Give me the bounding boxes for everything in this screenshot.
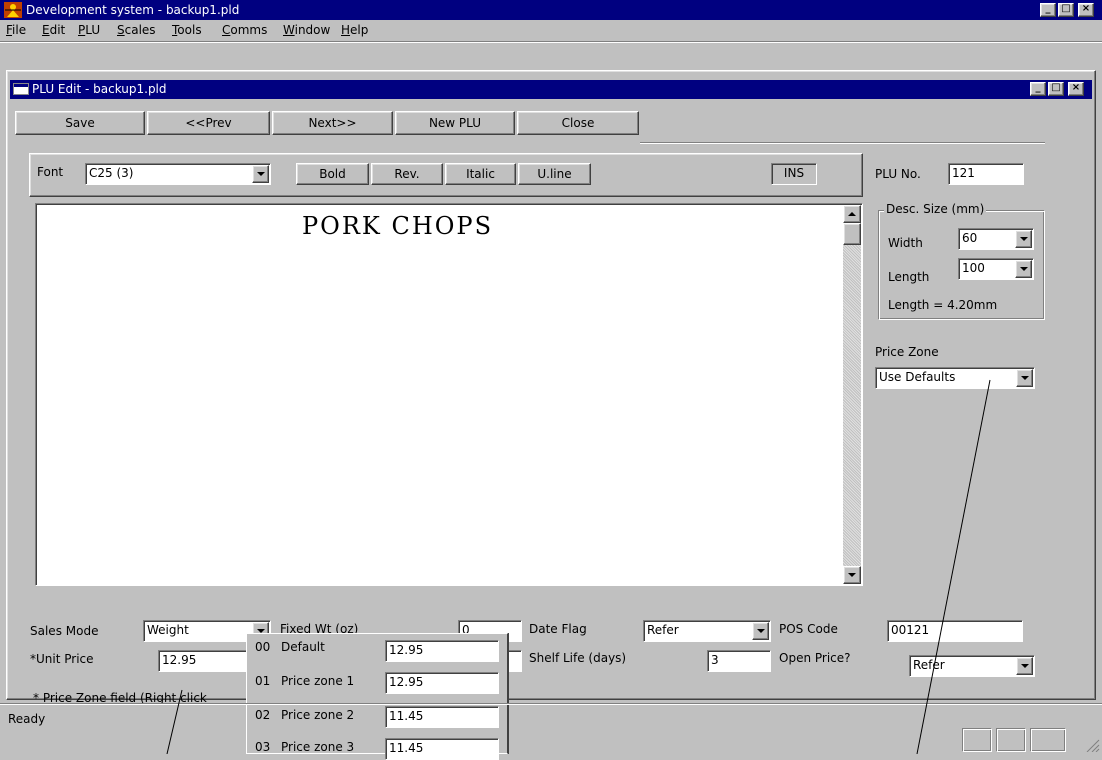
zone-name: Price zone 2 (281, 708, 355, 722)
zone-price-field[interactable]: 11.45 (385, 706, 499, 728)
new-plu-button[interactable]: New PLU (395, 111, 515, 135)
zone-name: Price zone 3 (281, 740, 355, 754)
menu-plu[interactable]: PLU (78, 23, 100, 37)
scroll-thumb[interactable] (843, 223, 861, 245)
zone-num: 02 (255, 708, 271, 722)
open-price-combo[interactable]: Refer (909, 655, 1035, 677)
app-title: Development system - backup1.pld (26, 3, 240, 17)
price-zone-popup: 00 Default 12.95 01 Price zone 1 12.95 0… (246, 633, 508, 760)
width-label: Width (888, 236, 923, 250)
menu-scales[interactable]: Scales (117, 23, 156, 37)
status-panel (1030, 728, 1066, 752)
app-maximize-button[interactable]: □ (1058, 3, 1074, 17)
toolbar-divider (640, 142, 1045, 144)
child-window-icon (13, 83, 29, 95)
status-divider (0, 703, 1102, 705)
child-minimize-button[interactable]: _ (1030, 82, 1046, 96)
app-close-button[interactable]: × (1078, 3, 1094, 17)
menu-edit[interactable]: Edit (42, 23, 65, 37)
next-button[interactable]: Next>> (272, 111, 393, 135)
status-panel (996, 728, 1026, 752)
bold-button[interactable]: Bold (296, 163, 369, 185)
zone-num: 01 (255, 674, 271, 688)
italic-button[interactable]: Italic (445, 163, 516, 185)
length-combo[interactable]: 100 (958, 258, 1034, 280)
child-maximize-button[interactable]: □ (1048, 82, 1064, 96)
save-button[interactable]: Save (15, 111, 145, 135)
desc-size-label: Desc. Size (mm) (884, 202, 987, 216)
length-calc: Length = 4.20mm (888, 298, 998, 312)
child-title: PLU Edit - backup1.pld (32, 82, 167, 96)
zone-num: 00 (255, 640, 271, 654)
font-label: Font (37, 165, 64, 179)
plu-no-field[interactable]: 121 (948, 163, 1024, 185)
description-text[interactable]: PORK CHOPS (302, 212, 493, 240)
app-icon (4, 2, 22, 18)
unit-price-field[interactable]: 12.95 (158, 650, 248, 672)
zone-price-field[interactable]: 11.45 (385, 738, 499, 760)
child-close-button[interactable]: × (1068, 82, 1084, 96)
menu-file[interactable]: File (6, 23, 26, 37)
shelf-life-label: Shelf Life (days) (529, 651, 627, 665)
menu-comms[interactable]: Comms (222, 23, 267, 37)
reverse-button[interactable]: Rev. (371, 163, 443, 185)
price-zone-combo[interactable]: Use Defaults (875, 367, 1035, 389)
date-flag-combo[interactable]: Refer (643, 620, 771, 642)
zone-name: Default (281, 640, 325, 654)
child-title-bar: PLU Edit - backup1.pld (10, 80, 1092, 99)
status-text: Ready (8, 712, 46, 726)
status-panel (962, 728, 992, 752)
chevron-down-icon[interactable] (1016, 657, 1033, 675)
pos-code-field[interactable]: 00121 (887, 620, 1023, 642)
chevron-down-icon[interactable] (252, 165, 269, 183)
pos-code-label: POS Code (779, 622, 838, 636)
chevron-down-icon[interactable] (1016, 369, 1033, 387)
menu-divider (0, 41, 1102, 43)
date-flag-label: Date Flag (529, 622, 587, 636)
app-title-bar: Development system - backup1.pld (0, 0, 1102, 20)
menu-window[interactable]: Window (283, 23, 330, 37)
prev-button[interactable]: <<Prev (147, 111, 270, 135)
scroll-down-icon[interactable] (843, 566, 861, 584)
price-zone-label: Price Zone (875, 345, 939, 359)
chevron-down-icon[interactable] (1015, 260, 1032, 278)
zone-price-field[interactable]: 12.95 (385, 640, 499, 662)
app-minimize-button[interactable]: _ (1040, 3, 1056, 17)
underline-button[interactable]: U.line (518, 163, 591, 185)
length-label: Length (888, 270, 930, 284)
sales-mode-label: Sales Mode (30, 624, 99, 638)
unit-price-label: *Unit Price (30, 652, 94, 666)
close-button[interactable]: Close (517, 111, 639, 135)
menu-help[interactable]: Help (341, 23, 368, 37)
description-editor[interactable] (35, 203, 863, 586)
width-combo[interactable]: 60 (958, 228, 1034, 250)
zone-price-field[interactable]: 12.95 (385, 672, 499, 694)
menu-bar: File Edit PLU Scales Tools Comms Window … (0, 20, 1102, 40)
insert-mode-indicator: INS (771, 163, 817, 185)
zone-name: Price zone 1 (281, 674, 355, 688)
menu-tools[interactable]: Tools (172, 23, 202, 37)
zone-num: 03 (255, 740, 271, 754)
open-price-label: Open Price? (779, 651, 851, 665)
shelf-life-field[interactable]: 3 (707, 650, 771, 672)
chevron-down-icon[interactable] (752, 622, 769, 640)
font-combo[interactable]: C25 (3) (85, 163, 271, 185)
resize-grip-icon[interactable] (1084, 738, 1100, 752)
chevron-down-icon[interactable] (1015, 230, 1032, 248)
scroll-up-icon[interactable] (843, 205, 861, 223)
plu-no-label: PLU No. (875, 167, 921, 181)
editor-scrollbar[interactable] (843, 205, 861, 584)
